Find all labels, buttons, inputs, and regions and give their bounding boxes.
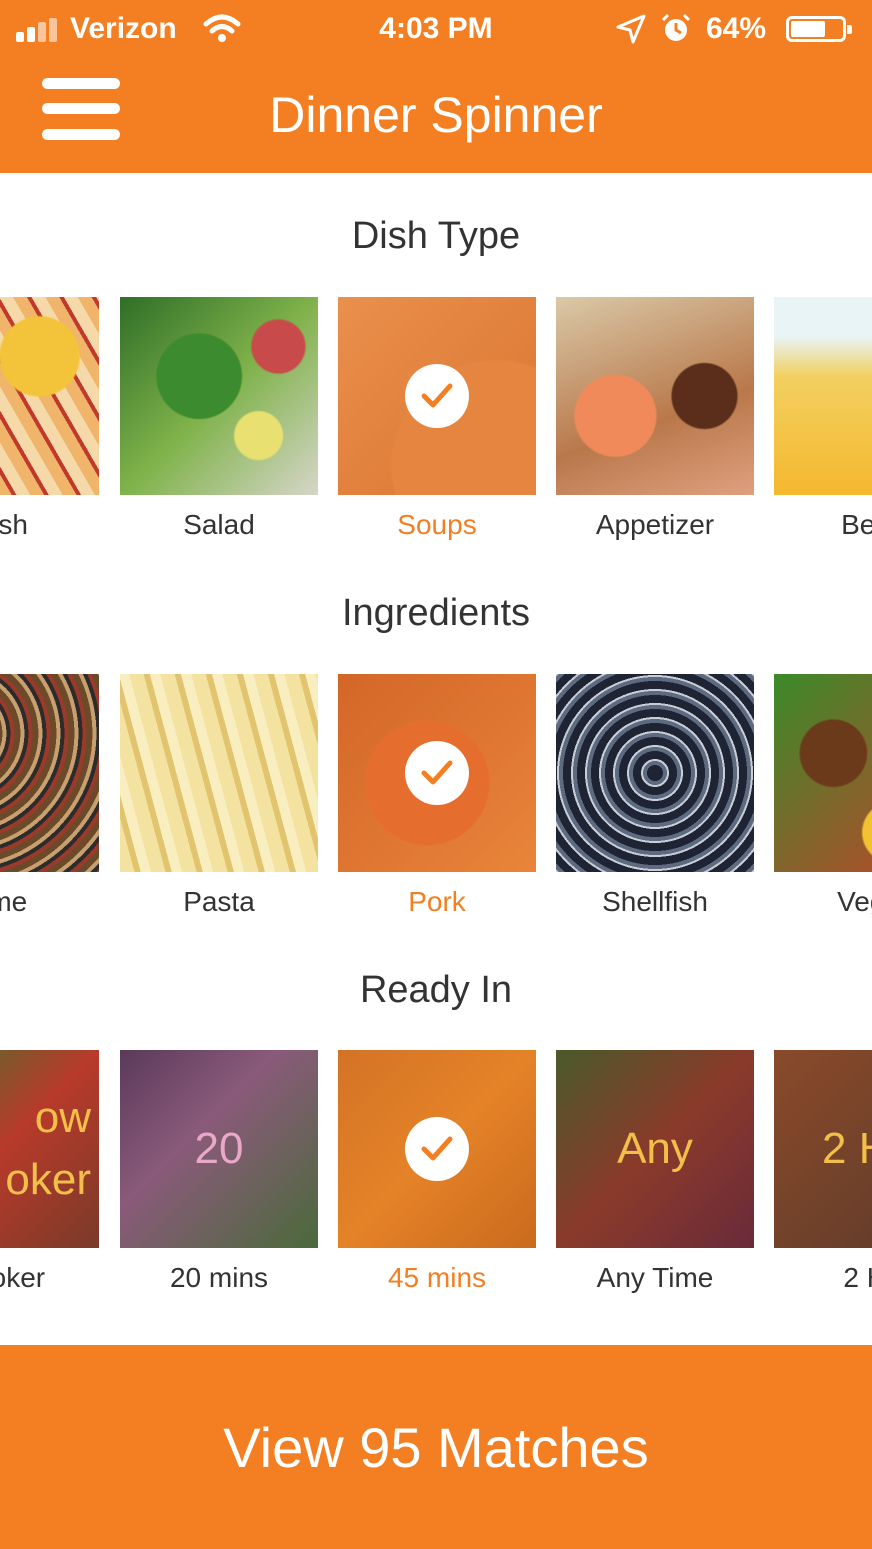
location-icon: [616, 14, 646, 44]
ready-in-label: Any Time: [596, 1262, 714, 1293]
soups-image: [338, 297, 536, 495]
tile-text: 2 H: [822, 1124, 872, 1173]
ready-in-tile[interactable]: 20 20 mins: [120, 1050, 318, 1294]
dish-type-label: Salad: [183, 509, 255, 540]
ingredient-label: ume: [0, 886, 28, 917]
ready-in-label: Cooker: [0, 1262, 46, 1293]
view-matches-button[interactable]: View 95 Matches: [0, 1345, 872, 1549]
dish-type-label: Beve: [841, 509, 872, 540]
ingredient-tile[interactable]: Shellfish: [556, 674, 754, 918]
dish-type-carousel[interactable]: Dish Salad Soups Appetizer Beve: [0, 297, 872, 547]
dish-image: [0, 297, 99, 495]
dish-type-tile[interactable]: Soups: [338, 297, 536, 541]
pasta-image: [120, 674, 318, 872]
dish-type-label: Soups: [397, 509, 477, 540]
ready-in-tile[interactable]: 45 mins: [338, 1050, 536, 1294]
alarm-icon: [661, 13, 691, 41]
app-header: Verizon 4:03 PM 64% Dinner Spinner: [0, 0, 872, 173]
check-icon: [405, 1117, 469, 1181]
ready-in-label: 2 He: [843, 1262, 872, 1293]
2-hours-image: 2 H: [774, 1050, 872, 1248]
ready-in-tile[interactable]: 2 H 2 He: [774, 1050, 872, 1294]
tile-text: ow oker: [5, 1093, 91, 1204]
ready-in-tile[interactable]: Any Any Time: [556, 1050, 754, 1294]
ingredient-label: Shellfish: [602, 886, 708, 917]
beverage-image: [774, 297, 872, 495]
vegetable-image: [774, 674, 872, 872]
ready-in-carousel[interactable]: ow oker Cooker 20 20 mins 45 mins Any An…: [0, 1050, 872, 1300]
ingredient-label: Veget: [837, 886, 872, 917]
ingredient-tile[interactable]: Pork: [338, 674, 536, 918]
ready-in-label: 45 mins: [387, 1262, 487, 1293]
tile-text: 20: [194, 1124, 244, 1173]
dish-type-tile[interactable]: Salad: [120, 297, 318, 541]
ingredient-tile[interactable]: Veget: [774, 674, 872, 918]
dish-type-label: Dish: [0, 509, 28, 540]
20-mins-image: 20: [120, 1050, 318, 1248]
45-mins-image: [338, 1050, 536, 1248]
pork-image: [338, 674, 536, 872]
ingredients-heading: Ingredients: [341, 592, 530, 634]
ingredient-tile[interactable]: Pasta: [120, 674, 318, 918]
any-time-image: Any: [556, 1050, 754, 1248]
shellfish-image: [556, 674, 754, 872]
ingredient-label: Pasta: [183, 886, 255, 917]
dish-type-tile[interactable]: Appetizer: [556, 297, 754, 541]
check-icon: [405, 741, 469, 805]
battery-icon: [786, 16, 852, 42]
appetizer-image: [556, 297, 754, 495]
tile-text: Any: [617, 1124, 693, 1173]
ready-in-label: 20 mins: [169, 1262, 269, 1293]
legume-image: [0, 674, 99, 872]
page-title: Dinner Spinner: [269, 87, 603, 143]
ingredient-tile[interactable]: ume: [0, 674, 99, 918]
battery-percentage: 64%: [706, 12, 767, 45]
ingredients-carousel[interactable]: ume Pasta Pork Shellfish Veget: [0, 674, 872, 924]
dish-type-label: Appetizer: [595, 509, 715, 540]
ready-in-tile[interactable]: ow oker Cooker: [0, 1050, 99, 1294]
dish-type-tile[interactable]: Dish: [0, 297, 99, 541]
dish-type-heading: Dish Type: [351, 215, 521, 257]
status-bar: Verizon 4:03 PM 64%: [0, 0, 872, 58]
salad-image: [120, 297, 318, 495]
dish-type-tile[interactable]: Beve: [774, 297, 872, 541]
ready-in-heading: Ready In: [359, 969, 513, 1011]
ingredient-label: Pork: [408, 886, 466, 917]
check-icon: [405, 364, 469, 428]
slow-cooker-image: ow oker: [0, 1050, 99, 1248]
